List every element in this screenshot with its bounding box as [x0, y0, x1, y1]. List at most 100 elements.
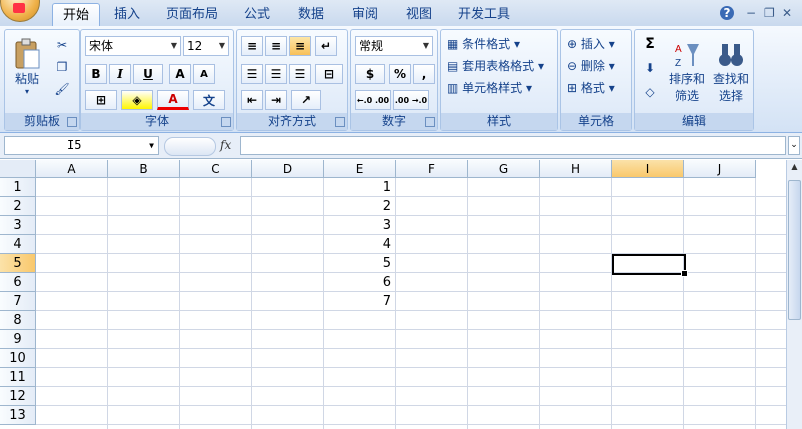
select-all-corner[interactable] — [0, 160, 36, 178]
column-header-B[interactable]: B — [108, 160, 180, 178]
scrollbar-thumb[interactable] — [788, 180, 801, 320]
scroll-up-icon[interactable]: ▲ — [789, 162, 800, 176]
insert-function-button[interactable]: fx — [220, 138, 231, 152]
restore-icon[interactable]: ❐ — [764, 6, 775, 20]
row-header-4[interactable]: 4 — [0, 235, 36, 254]
tab-developer[interactable]: 开发工具 — [452, 3, 516, 26]
tab-page-layout[interactable]: 页面布局 — [160, 3, 224, 26]
grow-font-button[interactable]: A — [169, 64, 191, 84]
find-select-button[interactable]: 查找和 选择 — [711, 34, 751, 110]
help-icon[interactable]: ? — [720, 6, 734, 20]
column-header-A[interactable]: A — [36, 160, 108, 178]
decrease-indent-button[interactable]: ⇤ — [241, 90, 263, 110]
paste-button[interactable]: 粘贴 ▾ — [9, 34, 45, 100]
wrap-text-button[interactable]: ↵ — [315, 36, 337, 56]
column-header-H[interactable]: H — [540, 160, 612, 178]
number-format-combo[interactable]: 常规 ▼ — [355, 36, 433, 56]
column-header-D[interactable]: D — [252, 160, 324, 178]
align-top-button[interactable]: ≡ — [241, 36, 263, 56]
decrease-decimal-button[interactable]: .00 →.0 — [393, 90, 429, 110]
formula-bar-resize-handle[interactable] — [164, 137, 216, 156]
font-color-button[interactable]: A — [157, 90, 189, 110]
office-button[interactable] — [0, 0, 40, 22]
increase-decimal-button[interactable]: ←.0 .00 — [355, 90, 391, 110]
row-header-12[interactable]: 12 — [0, 387, 36, 406]
fill-color-button[interactable]: ◈ — [121, 90, 153, 110]
row-header-3[interactable]: 3 — [0, 216, 36, 235]
tab-view[interactable]: 视图 — [398, 3, 440, 26]
active-cell-I5[interactable] — [612, 254, 688, 277]
name-box[interactable]: I5 ▼ — [4, 136, 159, 155]
font-launcher-icon[interactable] — [221, 117, 231, 127]
format-painter-button[interactable]: 🖌 — [53, 80, 71, 98]
column-header-C[interactable]: C — [180, 160, 252, 178]
cell-E2[interactable]: 2 — [324, 197, 394, 216]
format-as-table-button[interactable]: ▤ 套用表格格式 ▾ — [447, 56, 544, 76]
column-header-F[interactable]: F — [396, 160, 468, 178]
row-header-2[interactable]: 2 — [0, 197, 36, 216]
comma-button[interactable]: , — [413, 64, 435, 84]
row-header-11[interactable]: 11 — [0, 368, 36, 387]
font-name-combo[interactable]: 宋体 ▼ — [85, 36, 181, 56]
cell-area[interactable]: 1234567 — [36, 178, 786, 429]
expand-formula-bar-icon[interactable]: ⌄ — [788, 136, 800, 155]
align-left-button[interactable]: ☰ — [241, 64, 263, 84]
cell-E4[interactable]: 4 — [324, 235, 394, 254]
copy-button[interactable]: ❐ — [53, 58, 71, 76]
sort-filter-button[interactable]: AZ 排序和 筛选 — [667, 34, 707, 110]
clipboard-launcher-icon[interactable] — [67, 117, 77, 127]
phonetic-button[interactable]: 文 — [193, 90, 225, 110]
increase-indent-button[interactable]: ⇥ — [265, 90, 287, 110]
align-bottom-button[interactable]: ≡ — [289, 36, 311, 56]
orientation-button[interactable]: ↗ — [291, 90, 321, 110]
cell-E3[interactable]: 3 — [324, 216, 394, 235]
row-header-5[interactable]: 5 — [0, 254, 36, 273]
close-icon[interactable]: ✕ — [782, 6, 792, 20]
percent-button[interactable]: % — [389, 64, 411, 84]
clear-button[interactable]: ◇ — [639, 82, 661, 102]
autosum-button[interactable]: Σ — [639, 34, 661, 54]
tab-formulas[interactable]: 公式 — [236, 3, 278, 26]
vertical-scrollbar[interactable]: ▲ — [786, 160, 802, 429]
currency-button[interactable]: $ — [355, 64, 385, 84]
cell-styles-button[interactable]: ▥ 单元格样式 ▾ — [447, 78, 532, 98]
column-header-J[interactable]: J — [684, 160, 756, 178]
cut-button[interactable]: ✂ — [53, 36, 71, 54]
borders-button[interactable]: ⊞ — [85, 90, 117, 110]
row-header-13[interactable]: 13 — [0, 406, 36, 425]
cell-E7[interactable]: 7 — [324, 292, 394, 311]
font-size-combo[interactable]: 12 ▼ — [183, 36, 229, 56]
cell-E5[interactable]: 5 — [324, 254, 394, 273]
row-header-1[interactable]: 1 — [0, 178, 36, 197]
delete-cells-button[interactable]: ⊖ 删除 ▾ — [567, 56, 615, 76]
align-center-button[interactable]: ☰ — [265, 64, 287, 84]
column-header-I[interactable]: I — [612, 160, 684, 178]
tab-home[interactable]: 开始 — [52, 3, 100, 27]
shrink-font-button[interactable]: A — [193, 64, 215, 84]
cell-E6[interactable]: 6 — [324, 273, 394, 292]
italic-button[interactable]: I — [109, 64, 131, 84]
minimize-icon[interactable]: − — [746, 6, 756, 20]
insert-cells-button[interactable]: ⊕ 插入 ▾ — [567, 34, 615, 54]
align-right-button[interactable]: ☰ — [289, 64, 311, 84]
row-header-9[interactable]: 9 — [0, 330, 36, 349]
format-cells-button[interactable]: ⊞ 格式 ▾ — [567, 78, 615, 98]
tab-insert[interactable]: 插入 — [106, 3, 148, 26]
column-header-E[interactable]: E — [324, 160, 396, 178]
bold-button[interactable]: B — [85, 64, 107, 84]
row-header-7[interactable]: 7 — [0, 292, 36, 311]
cell-E1[interactable]: 1 — [324, 178, 394, 197]
merge-center-button[interactable]: ⊟ — [315, 64, 343, 84]
tab-data[interactable]: 数据 — [290, 3, 332, 26]
tab-review[interactable]: 审阅 — [344, 3, 386, 26]
row-header-8[interactable]: 8 — [0, 311, 36, 330]
alignment-launcher-icon[interactable] — [335, 117, 345, 127]
underline-button[interactable]: U — [133, 64, 163, 84]
conditional-format-button[interactable]: ▦ 条件格式 ▾ — [447, 34, 520, 54]
column-header-G[interactable]: G — [468, 160, 540, 178]
fill-button[interactable]: ⬇ — [639, 58, 661, 78]
number-launcher-icon[interactable] — [425, 117, 435, 127]
formula-input[interactable] — [240, 136, 786, 155]
row-header-10[interactable]: 10 — [0, 349, 36, 368]
align-middle-button[interactable]: ≡ — [265, 36, 287, 56]
